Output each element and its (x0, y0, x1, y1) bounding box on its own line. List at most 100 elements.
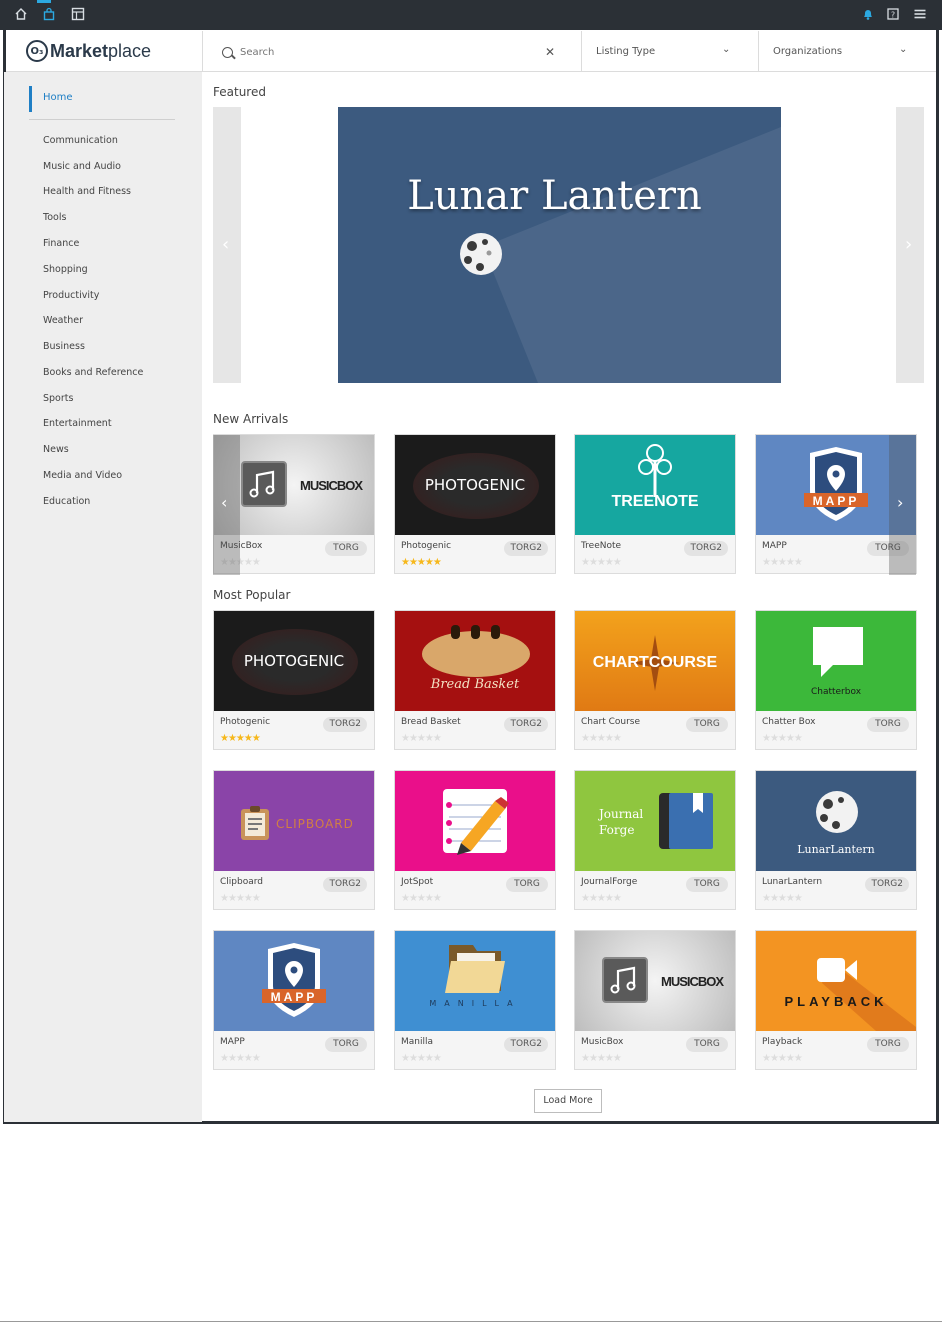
app-card-manilla[interactable]: MANILLA Manilla TORG2 ★★★★★ (394, 930, 556, 1070)
speech-bubble-icon (813, 627, 863, 677)
tree-icon (638, 444, 672, 497)
app-card-playback[interactable]: PLAYBACK Playback TORG ★★★★★ (755, 930, 917, 1070)
org-badge: TORG (686, 1037, 728, 1052)
app-card-musicbox[interactable]: MUSICBOX MusicBox TORG ★★★★★ (574, 930, 736, 1070)
app-name: Bread Basket (401, 717, 461, 727)
chevron-left-icon: ‹ (221, 493, 228, 512)
chevron-left-icon: ‹ (222, 234, 230, 255)
app-name: TreeNote (581, 541, 622, 551)
app-name: LunarLantern (762, 877, 823, 887)
clear-search-icon[interactable]: ✕ (545, 45, 555, 59)
search-input[interactable] (240, 43, 530, 61)
music-note-icon (602, 957, 648, 1003)
sidebar-item-communication[interactable]: Communication (43, 135, 118, 146)
app-card-treenote[interactable]: TREENOTE TreeNote TORG2 ★★★★★ (574, 434, 736, 574)
app-card-chatter-box[interactable]: Chatterbox Chatter Box TORG ★★★★★ (755, 610, 917, 750)
app-card-journalforge[interactable]: Journal Forge JournalForge TORG ★★★★★ (574, 770, 736, 910)
shopping-bag-icon[interactable] (41, 7, 57, 23)
app-card-clipboard[interactable]: CLIPBOARD Clipboard TORG2 ★★★★★ (213, 770, 375, 910)
app-tile: LunarLantern (756, 771, 916, 871)
org-badge: TORG (686, 717, 728, 732)
app-tile: Chatterbox (756, 611, 916, 711)
chevron-right-icon: › (905, 234, 913, 255)
carousel-next-button[interactable]: › (896, 107, 924, 383)
active-tab-indicator (37, 0, 51, 3)
tile-label: CLIPBOARD (276, 817, 354, 831)
sidebar-item-music-and-audio[interactable]: Music and Audio (43, 161, 121, 172)
moon-icon (816, 791, 858, 833)
org-badge: TORG (506, 877, 548, 892)
sidebar-item-tools[interactable]: Tools (43, 212, 66, 223)
header-divider (581, 31, 582, 72)
app-name: Photogenic (220, 717, 271, 727)
sidebar-item-sports[interactable]: Sports (43, 393, 73, 404)
rating-stars: ★★★★★ (762, 893, 803, 904)
sidebar-item-books-and-reference[interactable]: Books and Reference (43, 367, 143, 378)
org-badge: TORG (867, 717, 909, 732)
org-badge: TORG2 (323, 717, 367, 732)
rating-stars: ★★★★★ (220, 733, 261, 744)
sidebar-item-news[interactable]: News (43, 444, 69, 455)
sidebar-item-productivity[interactable]: Productivity (43, 290, 99, 301)
app-card-photogenic[interactable]: PHOTOGENIC Photogenic TORG2 ★★★★★ (394, 434, 556, 574)
logo-text: Marketplace (50, 40, 152, 61)
sidebar-item-shopping[interactable]: Shopping (43, 264, 88, 275)
chevron-right-icon: › (897, 493, 904, 512)
new-arrivals-heading: New Arrivals (213, 412, 289, 426)
moon-icon (460, 233, 502, 275)
org-badge: TORG (686, 877, 728, 892)
sidebar-item-entertainment[interactable]: Entertainment (43, 418, 112, 429)
tile-label: TREENOTE (611, 493, 699, 510)
app-name: MAPP (220, 1037, 245, 1047)
sidebar-item-health-and-fitness[interactable]: Health and Fitness (43, 186, 131, 197)
tile-label: Journal Forge (599, 807, 644, 837)
app-card-bread-basket[interactable]: Bread Basket Bread Basket TORG2 ★★★★★ (394, 610, 556, 750)
music-note-icon (241, 461, 287, 507)
load-more-button[interactable]: Load More (534, 1089, 602, 1113)
sidebar-item-education[interactable]: Education (43, 496, 90, 507)
app-tile: MAPP (214, 931, 374, 1031)
video-camera-icon (817, 958, 857, 982)
sidebar-item-home[interactable]: Home (29, 86, 175, 112)
marketplace-logo[interactable]: O₃ Marketplace (26, 39, 151, 63)
tile-label: PHOTOGENIC (243, 652, 345, 670)
sidebar-item-weather[interactable]: Weather (43, 315, 83, 326)
bell-icon[interactable] (860, 7, 876, 23)
sidebar-item-media-and-video[interactable]: Media and Video (43, 470, 122, 481)
rating-stars: ★★★★★ (762, 557, 803, 568)
new-arrivals-next-button[interactable]: › (889, 435, 916, 575)
app-tile (395, 771, 555, 871)
rating-stars: ★★★★★ (581, 893, 622, 904)
tile-label: MANILLA (429, 999, 521, 1008)
app-tile: PLAYBACK (756, 931, 916, 1031)
carousel-prev-button[interactable]: ‹ (213, 107, 241, 383)
svg-text:?: ? (891, 11, 895, 20)
sidebar-item-business[interactable]: Business (43, 341, 85, 352)
app-card-mapp[interactable]: MAPP MAPP TORG ★★★★★ (213, 930, 375, 1070)
help-icon[interactable]: ? (885, 7, 901, 23)
app-card-chart-course[interactable]: CHARTCOURSE Chart Course TORG ★★★★★ (574, 610, 736, 750)
rating-stars: ★★★★★ (401, 893, 442, 904)
org-badge: TORG2 (504, 1037, 548, 1052)
book-icon (659, 793, 713, 849)
tile-label: CHARTCOURSE (592, 654, 718, 671)
app-name: MAPP (762, 541, 787, 551)
rating-stars: ★★★★★ (581, 557, 622, 568)
app-card-lunarlantern[interactable]: LunarLantern LunarLantern TORG2 ★★★★★ (755, 770, 917, 910)
rating-stars: ★★★★★ (762, 733, 803, 744)
sidebar-item-finance[interactable]: Finance (43, 238, 79, 249)
dashboard-icon[interactable] (70, 7, 86, 23)
system-toolbar: ? (0, 0, 942, 30)
new-arrivals-prev-button[interactable]: ‹ (213, 435, 240, 575)
hamburger-menu-icon[interactable] (912, 7, 928, 23)
app-name: Chart Course (581, 717, 641, 727)
home-icon[interactable] (13, 7, 29, 23)
app-card-jotspot[interactable]: JotSpot TORG ★★★★★ (394, 770, 556, 910)
featured-banner[interactable]: Lunar Lantern (338, 107, 781, 383)
logo-badge: O₃ (26, 40, 48, 62)
notepad-pencil-icon (443, 789, 509, 855)
chevron-down-icon: ⌄ (722, 44, 731, 55)
tile-label: MUSICBOX (300, 478, 363, 493)
header-divider (758, 31, 759, 72)
app-card-photogenic[interactable]: PHOTOGENIC Photogenic TORG2 ★★★★★ (213, 610, 375, 750)
